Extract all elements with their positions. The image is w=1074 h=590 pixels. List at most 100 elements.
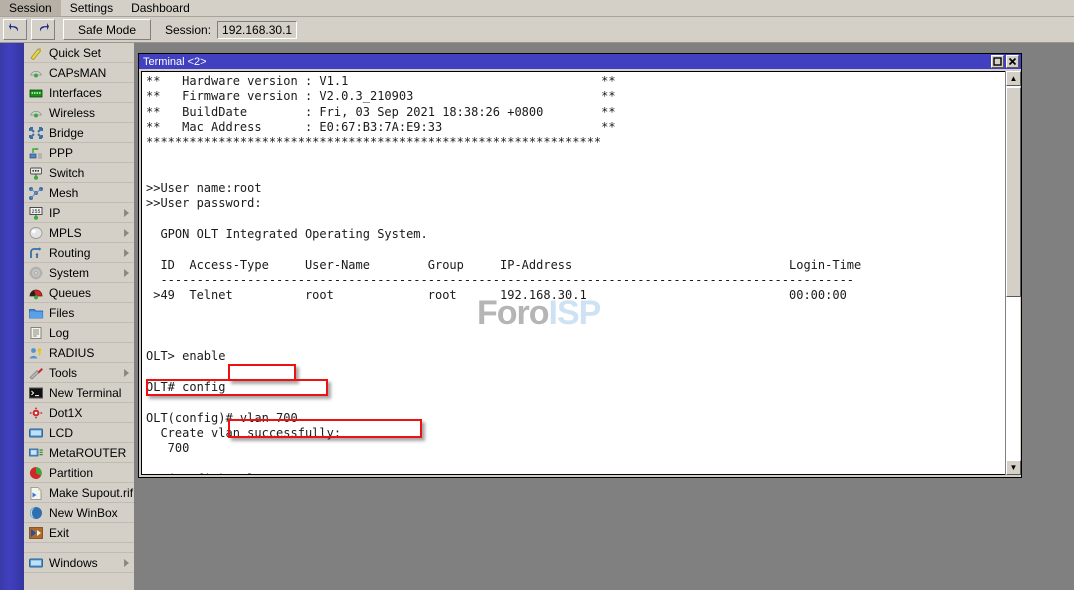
sidebar-menu: Quick Set CAPsMAN Interfaces WirelessBridge… (24, 43, 135, 590)
metarouter-icon (28, 446, 44, 460)
exit-icon (28, 526, 44, 540)
sidebar-item-mesh[interactable]: Mesh (24, 183, 134, 203)
sidebar-item-make-supout-rif[interactable]: Make Supout.rif (24, 483, 134, 503)
terminal-icon (28, 386, 44, 400)
winbox-rail: WinBox (0, 43, 24, 590)
toolbar: Safe Mode Session: 192.168.30.1 (0, 17, 1074, 43)
terminal-titlebar[interactable]: Terminal <2> (139, 54, 1021, 69)
sidebar-item-dot1x[interactable]: Dot1X (24, 403, 134, 423)
sidebar-item-log[interactable]: Log (24, 323, 134, 343)
sidebar-item-new-terminal[interactable]: New Terminal (24, 383, 134, 403)
terminal-window: Terminal <2> ForoISP ** Hardware versio (138, 53, 1022, 478)
sidebar-item-tools[interactable]: Tools (24, 363, 134, 383)
terminal-title-text: Terminal <2> (143, 56, 207, 68)
menu-settings[interactable]: Settings (61, 0, 122, 16)
sidebar-item-label: New Terminal (49, 386, 121, 400)
tools-icon (28, 366, 44, 380)
sidebar-item-new-winbox[interactable]: New WinBox (24, 503, 134, 523)
redo-arrow-icon (36, 22, 50, 38)
sidebar-item-label: RADIUS (49, 346, 94, 360)
sidebar-item-partition[interactable]: Partition (24, 463, 134, 483)
supout-icon (28, 486, 44, 500)
sidebar-item-label: LCD (49, 426, 73, 440)
maximize-button[interactable] (991, 55, 1004, 68)
bridge-icon (28, 126, 44, 140)
scrollbar-thumb[interactable] (1006, 87, 1021, 297)
gear-icon (28, 266, 44, 280)
mpls-tag-icon (28, 226, 44, 240)
ppp-icon (28, 146, 44, 160)
chevron-right-icon (124, 559, 129, 567)
sidebar-item-queues[interactable]: Queues (24, 283, 134, 303)
dot1x-icon (28, 406, 44, 420)
sidebar-item-label: PPP (49, 146, 73, 160)
maximize-icon (993, 57, 1002, 66)
terminal-output-area[interactable]: ForoISP ** Hardware version : V1.1 ** **… (141, 71, 1019, 475)
close-button[interactable] (1006, 55, 1019, 68)
queues-icon (28, 286, 44, 300)
chevron-right-icon (124, 209, 129, 217)
sidebar-item-radius[interactable]: RADIUS (24, 343, 134, 363)
sidebar-item-label: Routing (49, 246, 90, 260)
radius-user-icon (28, 346, 44, 360)
safe-mode-button[interactable]: Safe Mode (63, 19, 151, 40)
svg-text:255: 255 (31, 209, 40, 215)
sidebar-item-label: Log (49, 326, 69, 340)
sidebar-item-label: Dot1X (49, 406, 82, 420)
winbox-icon (28, 506, 44, 520)
sidebar-item-label: System (49, 266, 89, 280)
routing-icon (28, 246, 44, 260)
chevron-right-icon (124, 249, 129, 257)
sidebar-item-label: Interfaces (49, 86, 102, 100)
session-address-field[interactable]: 192.168.30.1 (217, 21, 297, 39)
chevron-right-icon (124, 369, 129, 377)
sidebar-item-windows[interactable]: Windows (24, 553, 134, 573)
close-icon (1008, 57, 1017, 66)
log-icon (28, 326, 44, 340)
partition-pie-icon (28, 466, 44, 480)
sidebar-item-label: Partition (49, 466, 93, 480)
sidebar-item-label: Make Supout.rif (49, 486, 133, 500)
sidebar-item-bridge[interactable]: Bridge (24, 123, 134, 143)
menu-dashboard[interactable]: Dashboard (122, 0, 199, 16)
sidebar-item-metarouter[interactable]: MetaROUTER (24, 443, 134, 463)
sidebar-item-ppp[interactable]: PPP (24, 143, 134, 163)
sidebar-item-lcd[interactable]: LCD (24, 423, 134, 443)
sidebar-item-label: New WinBox (49, 506, 118, 520)
sidebar-item-mpls[interactable]: MPLS (24, 223, 134, 243)
chevron-right-icon (124, 229, 129, 237)
winbox-app: Session Settings Dashboard Safe Mode Ses… (0, 0, 1074, 590)
terminal-text: ** Hardware version : V1.1 ** ** Firmwar… (146, 74, 861, 475)
switch-icon (28, 166, 44, 180)
sidebar-item-files[interactable]: Files (24, 303, 134, 323)
sidebar-item-label: CAPsMAN (49, 66, 106, 80)
sidebar-item-label: Queues (49, 286, 91, 300)
sidebar-item-label: Tools (49, 366, 77, 380)
menu-session[interactable]: Session (0, 0, 61, 16)
sidebar-item-label: Files (49, 306, 74, 320)
antenna-icon (28, 66, 44, 80)
scroll-down-button[interactable]: ▼ (1006, 460, 1021, 475)
sidebar-item-exit[interactable]: Exit (24, 523, 134, 543)
sidebar-item-quick-set[interactable]: Quick Set (24, 43, 134, 63)
sidebar-item-routing[interactable]: Routing (24, 243, 134, 263)
sidebar-item-label: Exit (49, 526, 69, 540)
sidebar-item-interfaces[interactable]: Interfaces (24, 83, 134, 103)
sidebar-item-switch[interactable]: Switch (24, 163, 134, 183)
redo-button[interactable] (31, 19, 55, 40)
session-label: Session: (165, 23, 211, 37)
sidebar-separator (24, 543, 134, 553)
sidebar-item-system[interactable]: System (24, 263, 134, 283)
wand-icon (28, 46, 44, 60)
lcd-icon (28, 426, 44, 440)
sidebar-item-ip[interactable]: 255 IP (24, 203, 134, 223)
undo-button[interactable] (3, 19, 27, 40)
ip-255-icon: 255 (28, 206, 44, 220)
terminal-scrollbar[interactable]: ▲ ▼ (1005, 71, 1020, 475)
scroll-up-button[interactable]: ▲ (1006, 71, 1021, 86)
window-controls (991, 55, 1019, 68)
sidebar-item-label: IP (49, 206, 60, 220)
sidebar-item-label: MetaROUTER (49, 446, 126, 460)
sidebar-item-wireless[interactable]: Wireless (24, 103, 134, 123)
sidebar-item-capsman[interactable]: CAPsMAN (24, 63, 134, 83)
